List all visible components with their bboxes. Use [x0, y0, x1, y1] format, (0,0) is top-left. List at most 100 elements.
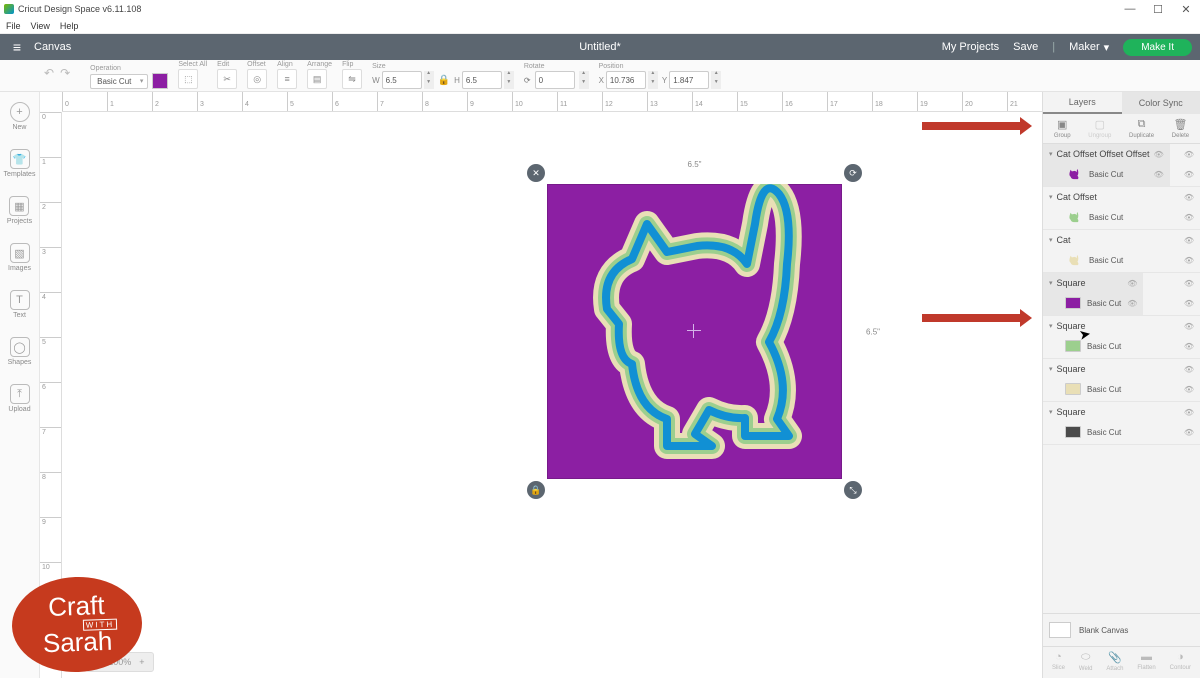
layer-group-7[interactable]: ▾Square👁Basic Cut👁	[1043, 359, 1200, 402]
redo-icon[interactable]: ↷	[60, 66, 70, 80]
menu-file[interactable]: File	[6, 21, 21, 31]
size-width-stepper[interactable]: ▲▼	[424, 71, 434, 89]
delete-button[interactable]: 🗑Delete	[1172, 118, 1189, 139]
hamburger-menu-icon[interactable]: ≡	[0, 39, 34, 55]
visibility-toggle-icon[interactable]: 👁	[1184, 256, 1194, 265]
slice-button[interactable]: ◔Slice	[1052, 651, 1065, 672]
make-it-button[interactable]: Make It	[1123, 39, 1192, 56]
layer-group-6[interactable]: ▾Square👁Basic Cut👁	[1043, 316, 1200, 359]
visibility-toggle-icon[interactable]: 👁	[1184, 342, 1194, 351]
lock-aspect-icon[interactable]: 🔒	[438, 75, 450, 86]
position-y-stepper[interactable]: ▲▼	[711, 71, 721, 89]
rail-upload[interactable]: ⤒Upload	[8, 384, 30, 413]
ungroup-button[interactable]: ▢Ungroup	[1088, 118, 1111, 139]
weld-button[interactable]: ⬭Weld	[1079, 651, 1093, 672]
layer-child[interactable]: Basic Cut👁	[1043, 207, 1200, 229]
visibility-toggle-icon[interactable]: 👁	[1184, 193, 1194, 202]
align-button[interactable]: ≡	[277, 69, 297, 89]
arrange-button[interactable]: ▤	[307, 69, 327, 89]
visibility-toggle-icon[interactable]: 👁	[1184, 279, 1194, 288]
visibility-toggle-icon[interactable]: 👁	[1184, 428, 1194, 437]
layer-group-8[interactable]: ▾Square👁Basic Cut👁	[1043, 402, 1200, 445]
canvas-area[interactable]: 012345678910111213141516171819202122 012…	[40, 92, 1042, 678]
layer-group-3[interactable]: ▾Cat👁Basic Cut👁	[1043, 230, 1200, 273]
visibility-toggle-icon[interactable]: 👁	[1154, 150, 1164, 159]
machine-selector[interactable]: Maker ▾	[1069, 41, 1109, 54]
attach-button[interactable]: 📎Attach	[1106, 651, 1123, 672]
visibility-toggle-icon[interactable]: 👁	[1184, 213, 1194, 222]
edit-button[interactable]: ✂	[217, 69, 237, 89]
size-width-input[interactable]: 6.5	[382, 71, 422, 89]
menu-help[interactable]: Help	[60, 21, 79, 31]
selection-rotate-handle[interactable]: ⟳	[844, 164, 862, 182]
menu-view[interactable]: View	[31, 21, 50, 31]
zoom-in-icon[interactable]: +	[139, 657, 144, 667]
visibility-toggle-icon[interactable]: 👁	[1154, 170, 1164, 179]
selection-delete-handle[interactable]: ✕	[527, 164, 545, 182]
visibility-toggle-icon[interactable]: 👁	[1184, 408, 1194, 417]
save-button[interactable]: Save	[1013, 41, 1038, 53]
layer-group-4[interactable]: ▾Square👁Basic Cut👁	[1043, 273, 1143, 316]
visibility-toggle-icon[interactable]: 👁	[1184, 365, 1194, 374]
operation-select[interactable]: Basic Cut	[90, 74, 148, 89]
visibility-toggle-icon[interactable]: 👁	[1127, 299, 1137, 308]
group-button[interactable]: ▣Group	[1054, 118, 1071, 139]
canvas-cat-shape[interactable]	[577, 184, 827, 474]
divider: |	[1052, 41, 1055, 53]
position-y-input[interactable]: 1.847	[669, 71, 709, 89]
layer-child[interactable]: Basic Cut 👁	[1043, 336, 1200, 358]
visibility-toggle-icon[interactable]: 👁	[1127, 279, 1137, 288]
rail-text[interactable]: TText	[10, 290, 30, 319]
size-height-stepper[interactable]: ▲▼	[504, 71, 514, 89]
rotate-stepper[interactable]: ▲▼	[579, 71, 589, 89]
duplicate-button[interactable]: ⧉Duplicate	[1129, 118, 1154, 139]
operation-color-swatch[interactable]	[152, 73, 168, 89]
tab-color-sync[interactable]: Color Sync	[1122, 92, 1200, 114]
visibility-toggle-icon[interactable]: 👁	[1184, 299, 1194, 308]
layer-child[interactable]: Basic Cut👁	[1043, 250, 1200, 272]
rail-new[interactable]: +New	[10, 102, 30, 131]
flatten-button[interactable]: ▬Flatten	[1137, 651, 1155, 672]
visibility-toggle-icon[interactable]: 👁	[1184, 385, 1194, 394]
ungroup-label: Ungroup	[1088, 133, 1111, 139]
layer-child[interactable]: Basic Cut 👁	[1043, 293, 1143, 315]
rail-images[interactable]: ▧Images	[8, 243, 31, 272]
selection-bounds[interactable]: 6.5" 6.5" ✕ ⟳ 🔒 ⤡	[537, 174, 852, 489]
position-x-stepper[interactable]: ▲▼	[648, 71, 658, 89]
chevron-down-icon: ▾	[1104, 41, 1110, 54]
visibility-toggle-icon[interactable]: 👁	[1184, 150, 1194, 159]
window-maximize-button[interactable]: ☐	[1144, 3, 1172, 16]
window-close-button[interactable]: ✕	[1172, 3, 1200, 16]
visibility-toggle-icon[interactable]: 👁	[1184, 170, 1194, 179]
rotate-input[interactable]: 0	[535, 71, 575, 89]
window-minimize-button[interactable]: —	[1116, 3, 1144, 15]
tab-layers[interactable]: Layers	[1043, 92, 1122, 114]
layer-list[interactable]: ▾Cat Offset Offset Offset👁Basic Cut👁▾Cat…	[1043, 144, 1200, 613]
rail-projects[interactable]: ▦Projects	[7, 196, 32, 225]
selection-scale-handle[interactable]: ⤡	[844, 481, 862, 499]
visibility-toggle-icon[interactable]: 👁	[1184, 322, 1194, 331]
canvas[interactable]: 6.5" 6.5" ✕ ⟳ 🔒 ⤡	[62, 112, 1042, 678]
undo-icon[interactable]: ↶	[44, 66, 54, 80]
layer-group-2[interactable]: ▾Cat Offset👁Basic Cut👁	[1043, 187, 1200, 230]
rail-shapes[interactable]: ◯Shapes	[8, 337, 32, 366]
layer-group-0[interactable]: ▾Cat Offset Offset Offset👁Basic Cut👁	[1043, 144, 1170, 187]
visibility-toggle-icon[interactable]: 👁	[1184, 236, 1194, 245]
rail-templates[interactable]: 👕Templates	[4, 149, 36, 178]
my-projects-link[interactable]: My Projects	[942, 41, 999, 53]
layer-child[interactable]: Basic Cut👁	[1043, 422, 1200, 444]
operation-label: Operation	[90, 65, 168, 72]
offset-button[interactable]: ◎	[247, 69, 267, 89]
blank-canvas-row[interactable]: Blank Canvas	[1043, 613, 1200, 646]
layer-child[interactable]: Basic Cut👁	[1043, 164, 1170, 186]
select-all-button[interactable]: ⬚	[178, 69, 198, 89]
selection-lock-handle[interactable]: 🔒	[527, 481, 545, 499]
position-x-input[interactable]: 10.736	[606, 71, 646, 89]
layer-operation-label: Basic Cut	[1087, 342, 1121, 351]
contour-button[interactable]: ◑Contour	[1170, 651, 1191, 672]
menubar: File View Help	[0, 18, 1200, 34]
layer-child[interactable]: Basic Cut👁	[1043, 379, 1200, 401]
layer-operation-label: Basic Cut	[1087, 299, 1121, 308]
flip-button[interactable]: ⇋	[342, 69, 362, 89]
size-height-input[interactable]: 6.5	[462, 71, 502, 89]
